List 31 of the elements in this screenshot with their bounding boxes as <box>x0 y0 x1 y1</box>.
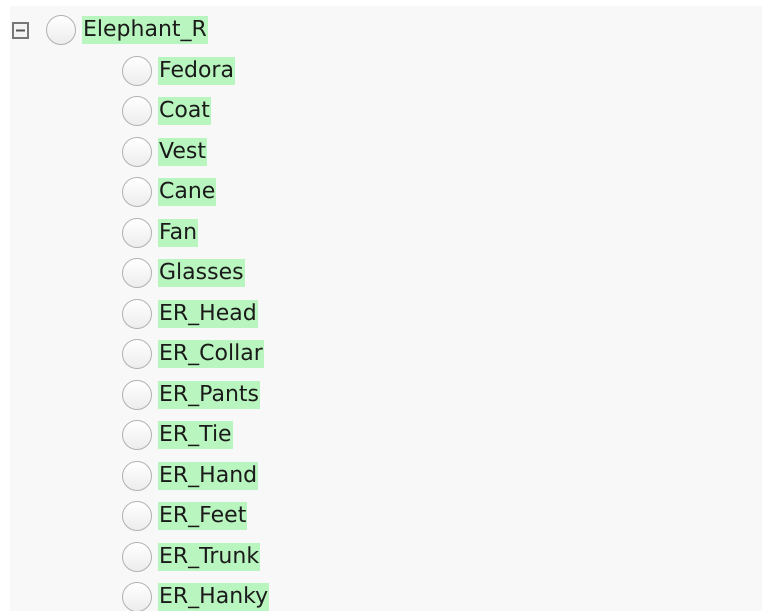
radio-button[interactable] <box>122 501 152 532</box>
node-label[interactable]: ER_Hand <box>158 462 258 490</box>
radio-button[interactable] <box>122 136 152 167</box>
radio-button[interactable] <box>122 56 152 86</box>
node-label[interactable]: Fedora <box>158 56 235 85</box>
node-label[interactable]: ER_Trunk <box>158 542 260 571</box>
radio-button[interactable] <box>46 15 76 46</box>
node-label[interactable]: ER_Collar <box>158 340 264 368</box>
node-label[interactable]: ER_Hanky <box>158 583 270 611</box>
radio-button[interactable] <box>122 258 152 288</box>
radio-button[interactable] <box>122 582 152 611</box>
node-label[interactable]: Fan <box>158 218 198 247</box>
radio-button[interactable] <box>122 218 152 248</box>
node-label[interactable]: Elephant_R <box>82 16 208 44</box>
node-label[interactable]: ER_Feet <box>158 502 248 530</box>
radio-button[interactable] <box>122 298 152 329</box>
radio-button[interactable] <box>122 96 152 126</box>
node-label[interactable]: ER_Pants <box>158 380 260 409</box>
collapse-icon[interactable] <box>12 22 29 39</box>
radio-button[interactable] <box>122 420 152 450</box>
radio-button[interactable] <box>122 380 152 410</box>
node-label[interactable]: Glasses <box>158 259 245 288</box>
node-label[interactable]: Coat <box>158 97 211 126</box>
radio-button[interactable] <box>122 460 152 491</box>
node-label[interactable]: ER_Tie <box>158 421 233 450</box>
radio-button[interactable] <box>122 177 152 208</box>
radio-button[interactable] <box>122 339 152 370</box>
node-label[interactable]: Cane <box>158 178 216 206</box>
node-label[interactable]: ER_Head <box>158 300 258 328</box>
node-label[interactable]: Vest <box>158 138 207 166</box>
radio-button[interactable] <box>122 542 152 572</box>
